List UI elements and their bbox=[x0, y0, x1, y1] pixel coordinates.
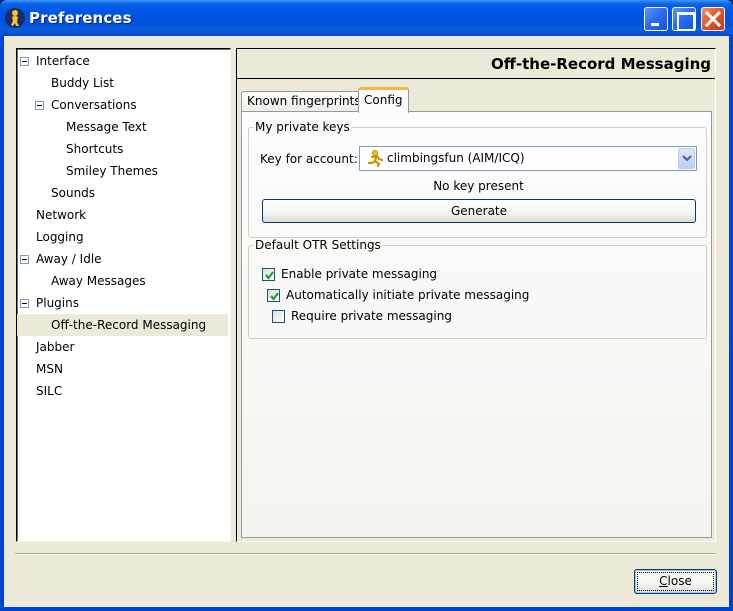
close-icon bbox=[704, 10, 722, 28]
tree-item-label: Buddy List bbox=[51, 76, 114, 90]
window-title: Preferences bbox=[29, 9, 132, 27]
tree-item-label: Message Text bbox=[66, 120, 147, 134]
tree-item[interactable]: Network bbox=[17, 204, 228, 226]
collapse-icon[interactable] bbox=[20, 57, 29, 66]
chevron-down-icon bbox=[682, 155, 692, 162]
tree-item[interactable]: Buddy List bbox=[17, 72, 228, 94]
auto-initiate-label: Automatically initiate private messaging bbox=[286, 288, 530, 302]
tree-item-label: Off-the-Record Messaging bbox=[51, 318, 207, 332]
require-private-messaging-label: Require private messaging bbox=[291, 309, 452, 323]
tree-item[interactable]: Off-the-Record Messaging bbox=[17, 314, 228, 336]
focus-ring bbox=[637, 572, 714, 591]
dialog-body: Interface Buddy List Conversations Message … bbox=[4, 36, 729, 607]
tab-known-fingerprints[interactable]: Known fingerprints bbox=[241, 91, 367, 112]
generate-button[interactable]: Generate bbox=[262, 199, 696, 223]
tree-item-label: Plugins bbox=[36, 296, 79, 310]
tree-item[interactable]: SILC bbox=[17, 380, 228, 402]
settings-pane: Off-the-Record Messaging Known fingerpri… bbox=[236, 48, 716, 542]
minimize-button[interactable] bbox=[644, 7, 668, 31]
maximize-button[interactable] bbox=[672, 7, 696, 31]
dropdown-button[interactable] bbox=[678, 148, 695, 169]
close-window-button[interactable] bbox=[701, 7, 725, 31]
tree-item[interactable]: Interface bbox=[17, 50, 228, 72]
tree-item[interactable]: Jabber bbox=[17, 336, 228, 358]
config-tab-panel: My private keys Key for account: climbin… bbox=[241, 111, 712, 538]
tree-item[interactable]: Smiley Themes bbox=[17, 160, 228, 182]
tree-item[interactable]: MSN bbox=[17, 358, 228, 380]
private-keys-group-title: My private keys bbox=[253, 120, 352, 134]
tree-item[interactable]: Message Text bbox=[17, 116, 228, 138]
private-keys-group: My private keys Key for account: climbin… bbox=[248, 120, 707, 238]
aim-running-man-icon bbox=[367, 150, 383, 167]
tree-item-label: Away / Idle bbox=[36, 252, 102, 266]
enable-private-messaging-label: Enable private messaging bbox=[281, 267, 438, 281]
pidgin-app-icon bbox=[5, 8, 25, 28]
tree-item-label: SILC bbox=[36, 384, 63, 398]
tree-item-label: MSN bbox=[36, 362, 63, 376]
preferences-tree: Interface Buddy List Conversations Message … bbox=[16, 48, 231, 542]
tree-item[interactable]: Logging bbox=[17, 226, 228, 248]
tree-item-label: Logging bbox=[36, 230, 84, 244]
default-otr-settings-title: Default OTR Settings bbox=[253, 238, 383, 252]
account-select[interactable]: climbingsfun (AIM/ICQ) bbox=[359, 146, 697, 171]
tree-item-label: Conversations bbox=[51, 98, 137, 112]
collapse-icon[interactable] bbox=[20, 299, 29, 308]
tab-config[interactable]: Config bbox=[358, 87, 409, 113]
tree-item-label: Sounds bbox=[51, 186, 96, 200]
tab-bar: Known fingerprints Config bbox=[241, 87, 711, 113]
collapse-icon[interactable] bbox=[20, 255, 29, 264]
tree-item[interactable]: Plugins bbox=[17, 292, 228, 314]
account-select-value: climbingsfun (AIM/ICQ) bbox=[387, 151, 525, 165]
preferences-window: Preferences Interface Buddy List Conversat… bbox=[0, 0, 733, 611]
account-label: Key for account: bbox=[260, 152, 358, 166]
tree-item-label: Shortcuts bbox=[66, 142, 124, 156]
tree-item[interactable]: Away Messages bbox=[17, 270, 228, 292]
tree-item[interactable]: Sounds bbox=[17, 182, 228, 204]
tree-item[interactable]: Shortcuts bbox=[17, 138, 228, 160]
key-status: No key present bbox=[433, 179, 524, 193]
require-private-messaging-checkbox[interactable] bbox=[272, 310, 285, 323]
enable-private-messaging-checkbox[interactable] bbox=[262, 268, 275, 281]
footer-separator bbox=[15, 553, 716, 555]
tree-item-label: Jabber bbox=[36, 340, 75, 354]
checkmark-icon bbox=[270, 292, 279, 301]
tree-item-label: Away Messages bbox=[51, 274, 146, 288]
pane-header: Off-the-Record Messaging bbox=[237, 49, 715, 79]
default-otr-settings-group: Default OTR Settings Enable private mess… bbox=[248, 238, 707, 339]
tree-item-label: Smiley Themes bbox=[66, 164, 158, 178]
title-bar[interactable]: Preferences bbox=[0, 0, 733, 36]
tree-item[interactable]: Away / Idle bbox=[17, 248, 228, 270]
collapse-icon[interactable] bbox=[35, 101, 44, 110]
checkmark-icon bbox=[265, 271, 274, 280]
tree-item-label: Network bbox=[36, 208, 87, 222]
close-button[interactable]: Close bbox=[634, 569, 717, 594]
tree-item-label: Interface bbox=[36, 54, 90, 68]
auto-initiate-checkbox[interactable] bbox=[267, 289, 280, 302]
pane-title: Off-the-Record Messaging bbox=[490, 55, 711, 73]
tree-item[interactable]: Conversations bbox=[17, 94, 228, 116]
